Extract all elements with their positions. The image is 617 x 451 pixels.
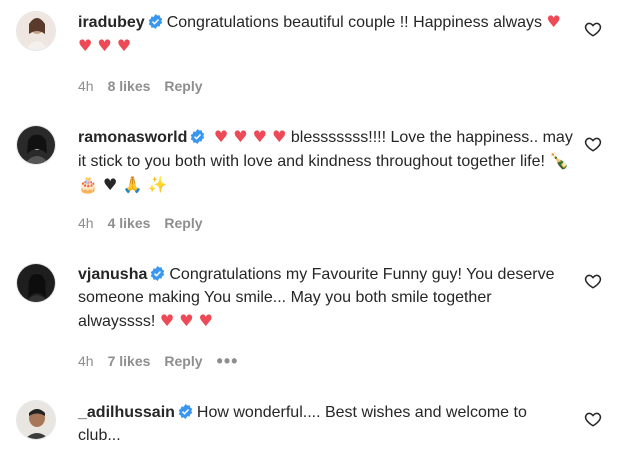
comment-timestamp[interactable]: 4h	[78, 353, 94, 369]
verified-badge-icon	[191, 129, 205, 144]
comment-timestamp[interactable]: 4h	[78, 78, 94, 94]
heart-outline-icon[interactable]	[584, 272, 602, 290]
heart-outline-icon[interactable]	[584, 20, 602, 38]
reply-button[interactable]: Reply	[164, 78, 202, 94]
heart-outline-icon[interactable]	[584, 410, 602, 428]
reply-button[interactable]: Reply	[164, 353, 202, 369]
comment-body: iradubey Congratulations beautiful couple…	[78, 10, 573, 58]
avatar[interactable]	[16, 11, 56, 51]
comment-meta: 4h 8 likes Reply	[78, 78, 217, 94]
comment-username[interactable]: _adilhussain	[78, 404, 175, 421]
comment-meta: 4h 7 likes Reply •••	[78, 352, 252, 370]
heart-emojis: ♥ ♥ ♥ ♥	[213, 127, 287, 146]
comment-username[interactable]: ramonasworld	[78, 129, 187, 146]
avatar[interactable]	[16, 125, 56, 165]
comment-body: ramonasworld ♥ ♥ ♥ ♥ blesssssss!!!! Love…	[78, 125, 573, 197]
comment-username[interactable]: iradubey	[78, 14, 145, 31]
reply-button[interactable]: Reply	[164, 215, 202, 231]
comment-body: _adilhussain How wonderful.... Best wishe…	[78, 401, 573, 447]
avatar[interactable]	[16, 400, 56, 440]
heart-emojis: ♥ ♥ ♥	[159, 311, 214, 330]
comment-body: vjanusha Congratulations my Favourite Fun…	[78, 263, 573, 333]
comment-meta: 4h 4 likes Reply	[78, 215, 217, 231]
comment-timestamp[interactable]: 4h	[78, 215, 94, 231]
avatar[interactable]	[16, 263, 56, 303]
verified-badge-icon	[178, 404, 193, 419]
likes-count[interactable]: 7 likes	[108, 353, 151, 369]
likes-count[interactable]: 8 likes	[108, 78, 151, 94]
heart-outline-icon[interactable]	[584, 135, 602, 153]
verified-badge-icon	[148, 14, 162, 29]
likes-count[interactable]: 4 likes	[108, 215, 151, 231]
more-options-icon[interactable]: •••	[217, 352, 239, 370]
comment-username[interactable]: vjanusha	[78, 266, 147, 283]
comment-text: Congratulations beautiful couple !! Happ…	[166, 14, 543, 31]
verified-badge-icon	[151, 266, 165, 281]
